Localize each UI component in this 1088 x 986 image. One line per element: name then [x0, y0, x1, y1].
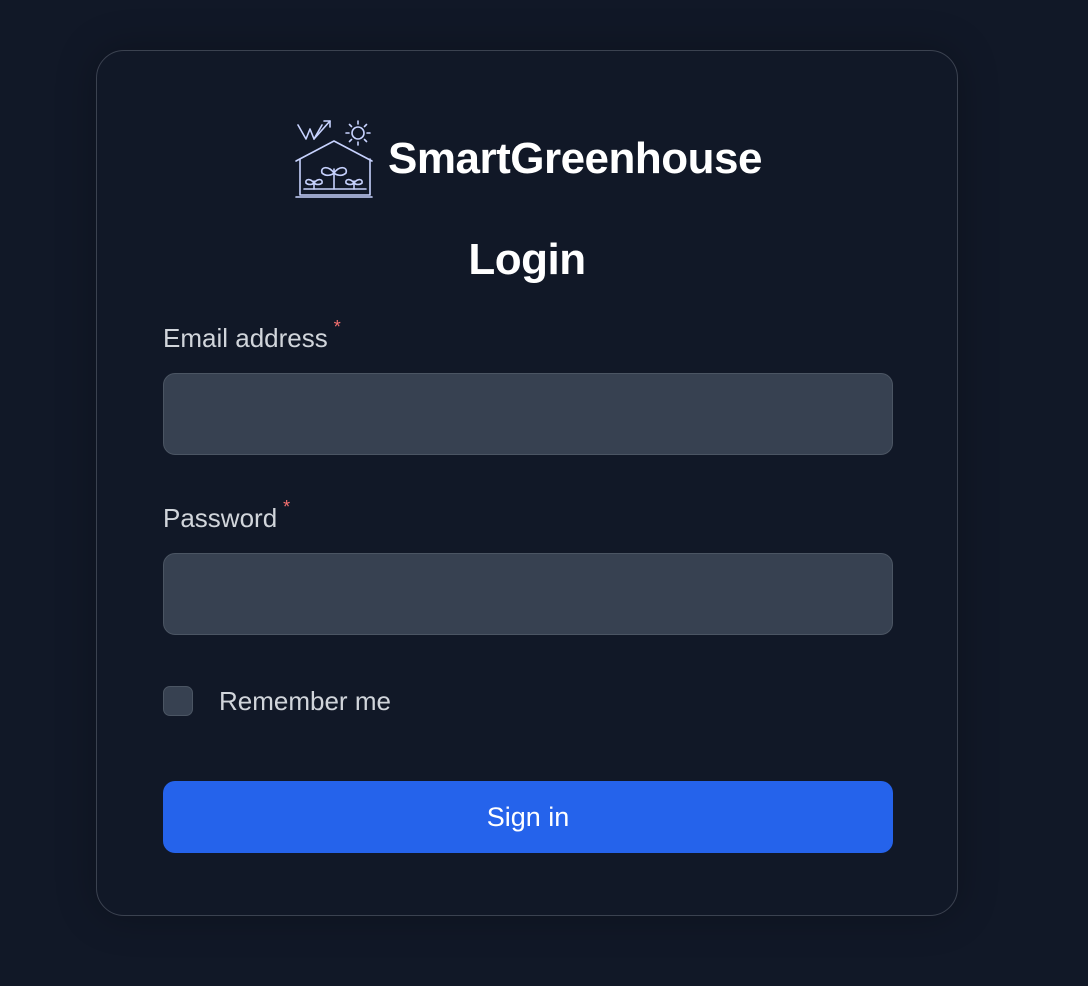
- remember-me-label[interactable]: Remember me: [219, 686, 391, 717]
- brand-header: SmartGreenhouse: [97, 117, 957, 199]
- email-label-text: Email address: [163, 323, 328, 353]
- greenhouse-logo-icon: [295, 120, 373, 198]
- remember-me-checkbox[interactable]: [163, 686, 193, 716]
- password-label-text: Password: [163, 503, 278, 533]
- email-label: Email address *: [163, 317, 341, 356]
- email-input[interactable]: [163, 373, 893, 455]
- email-required-mark: *: [333, 317, 341, 337]
- password-input[interactable]: [163, 553, 893, 635]
- login-card: SmartGreenhouse Login Email address * Pas…: [96, 50, 958, 916]
- password-label: Password *: [163, 497, 290, 536]
- password-required-mark: *: [283, 497, 291, 517]
- sign-in-button[interactable]: Sign in: [163, 781, 893, 853]
- page-title: Login: [468, 235, 586, 284]
- brand-name: SmartGreenhouse: [388, 134, 762, 183]
- remember-me-row: Remember me: [163, 685, 391, 717]
